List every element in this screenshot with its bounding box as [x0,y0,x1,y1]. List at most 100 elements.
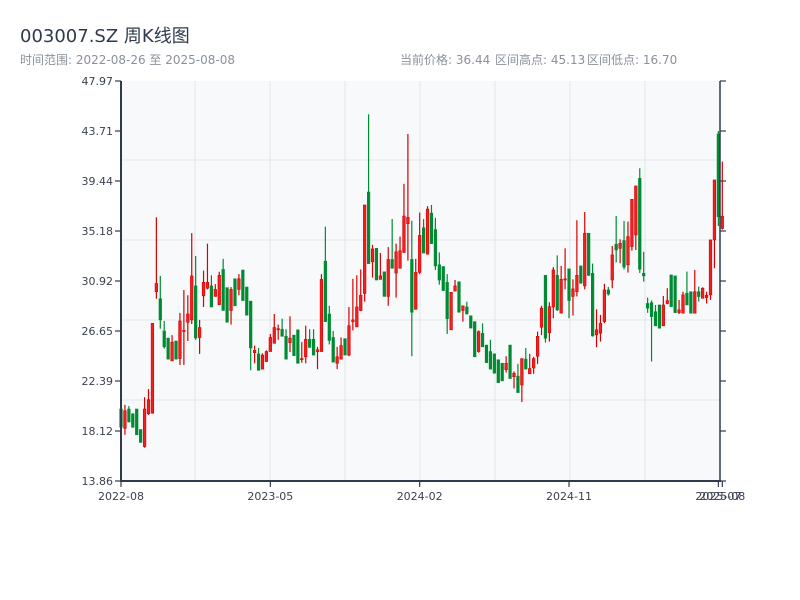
candle-body-up [217,275,221,305]
candle-body-down [590,273,595,337]
candle-body-down [673,275,677,313]
candle-body-up [190,275,194,321]
candle-body-down [327,313,331,341]
candle-body-down [473,321,477,358]
candle-body-up [598,322,603,334]
candle-body-down [555,275,559,311]
candle-body-down [194,285,198,339]
candle-body-up [634,185,638,236]
candle-body-up [712,179,717,241]
candle-body-up [677,309,681,313]
candle-body-down [422,227,426,254]
candle-body-down [331,337,335,363]
candle-body-up [351,319,355,322]
candlestick-chart: 47.97 43.71 39.44 35.18 30.92 26.65 22.39 18.12… [82,75,746,503]
candle-body-up [260,354,265,370]
candle-body-up [704,294,709,298]
candle-body-down [256,353,261,371]
candle-body-up [594,329,599,336]
candle-body-down [445,282,449,320]
candle-body-up [394,251,398,274]
candle-body-down [697,291,701,297]
candle-body-down [162,330,166,348]
candle-body-up [520,358,524,386]
candle-body-down [131,413,135,428]
candle-body-up [402,215,406,253]
candle-body-up [339,345,343,360]
candle-body-up [571,288,575,297]
candle-body-up [720,215,724,229]
candle-body-up [618,242,622,249]
y-tick-label: 26.65 [82,325,114,338]
candle-body-down [323,260,327,322]
candle-body-down [646,303,650,309]
candle-body-down [166,337,170,360]
candle-body-up [253,350,257,354]
candle-body-up [201,282,206,297]
x-tick-label: 2024-11 [546,490,592,503]
candle-body-up [300,358,304,361]
candle-body-up [528,368,532,375]
candle-body-down [488,351,493,370]
candle-body-up [363,204,367,294]
candle-body-up [288,337,292,344]
candle-body-up [123,410,127,429]
candle-body-down [139,429,143,443]
candle-body-up [182,330,186,332]
candle-body-up [602,289,606,322]
candle-body-down [469,315,473,329]
candle-body-down [689,291,693,314]
candle-body-up [198,327,202,338]
candle-body-up [237,278,241,290]
candle-body-up [347,325,351,356]
candle-body-down [653,311,658,327]
candle-body-up [449,292,453,331]
candle-body-down [308,338,312,348]
candle-body-down [669,274,673,307]
candle-body-down [587,232,591,276]
candle-body-down [390,259,394,269]
candle-body-down [174,340,178,360]
candle-body-down [245,286,249,316]
candle-body-down [543,275,548,339]
y-tick-label: 22.39 [82,375,114,388]
candle-body-up [386,259,390,297]
candle-body-down [284,335,288,360]
candle-body-up [418,235,422,273]
candle-body-down [221,269,225,311]
candle-body-down [579,265,583,284]
candle-body-down [233,278,237,307]
candle-body-up [575,275,579,293]
candle-body-down [296,329,300,364]
candle-body-down [366,191,371,264]
candle-body-up [693,291,697,314]
candle-body-down [508,344,512,379]
candle-body-up [539,307,544,328]
candle-body-down [614,243,618,251]
candle-body-up [272,327,276,344]
candle-body-up [213,289,217,297]
candle-body-up [264,351,269,362]
candle-body-up [205,282,210,289]
candle-body-up [142,408,147,447]
candle-body-down [638,178,642,270]
candle-body-up [610,254,614,281]
candle-body-up [154,283,158,293]
candle-body-up [477,331,481,352]
candle-body-up [359,294,363,311]
candle-body-down [567,268,571,301]
candle-body-down [429,212,434,244]
candle-body-down [642,273,646,277]
candle-body-down [480,333,485,348]
candle-body-up [335,356,339,364]
candle-body-down [410,259,414,313]
candle-body-up [276,328,280,331]
candle-body-up [532,358,536,369]
candle-body-up [535,335,540,357]
candle-body-up [708,239,713,296]
candle-body-down [649,302,654,317]
candle-body-down [496,359,500,383]
candle-body-down [457,281,461,313]
candle-body-down [135,408,139,436]
y-tick-label: 13.86 [82,475,114,488]
